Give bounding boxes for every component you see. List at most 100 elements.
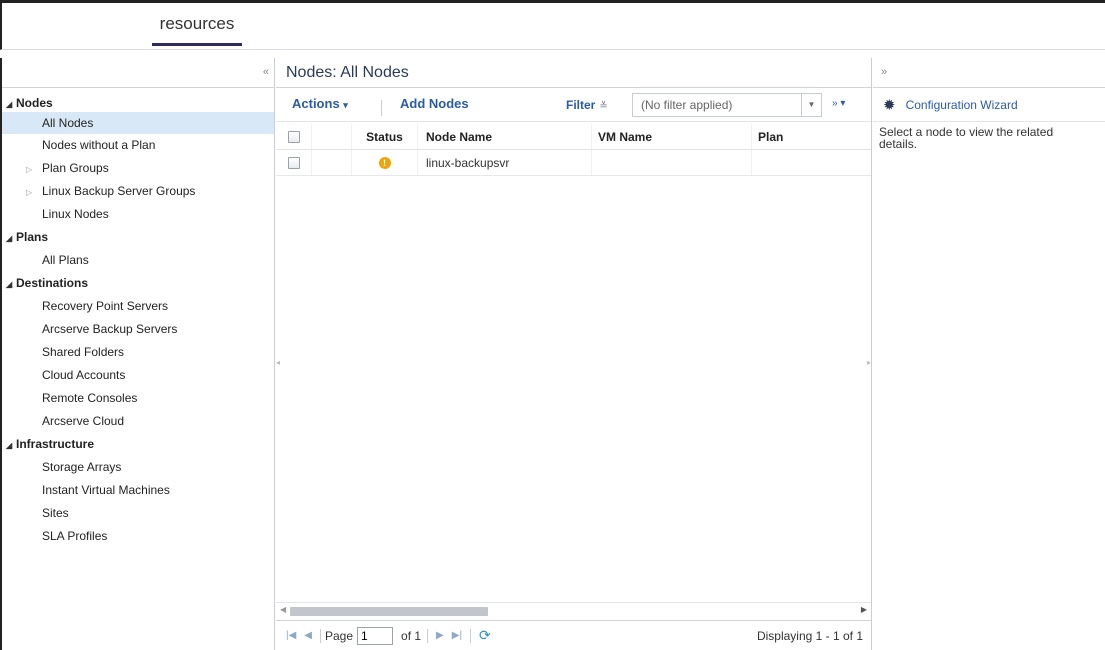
nodes-panel: Nodes: All Nodes Actions ▾ Add Nodes Fil… — [276, 58, 872, 650]
pagination-bar: |◀ ◀ Page of 1 ▶ ▶| ⟳ Displaying 1 - 1 o… — [276, 620, 871, 650]
sidebar-item-remote-consoles[interactable]: Remote Consoles — [2, 387, 274, 410]
more-options-icon[interactable]: » ▾ — [832, 98, 845, 109]
sidebar-item-label: SLA Profiles — [42, 529, 108, 543]
row-checkbox[interactable] — [287, 156, 300, 169]
gear-icon: ✹ — [883, 96, 896, 114]
tree-group-plans[interactable]: ◢ Plans — [2, 226, 274, 249]
column-header-plan[interactable]: Plan — [752, 124, 871, 149]
last-page-icon[interactable]: ▶| — [452, 630, 462, 641]
first-page-icon[interactable]: |◀ — [286, 630, 296, 641]
tree-group-label: Infrastructure — [16, 437, 95, 451]
filter-dropdown-icon[interactable]: ▼ — [802, 93, 822, 117]
sidebar-item-label: Sites — [42, 506, 69, 520]
configuration-wizard-label: Configuration Wizard — [905, 97, 1018, 112]
scroll-left-icon[interactable]: ◀ — [280, 605, 286, 614]
tab-resources[interactable]: resources — [152, 14, 242, 46]
page-count-label: of 1 — [401, 628, 422, 643]
next-page-icon[interactable]: ▶ — [436, 630, 444, 641]
sidebar-item-arcserve-backup-servers[interactable]: Arcserve Backup Servers — [2, 318, 274, 341]
collapsed-triangle-icon[interactable]: ▷ — [26, 158, 42, 181]
scrollbar-thumb[interactable] — [290, 607, 488, 616]
sidebar-item-linux-backup-server-groups[interactable]: ▷ Linux Backup Server Groups — [2, 180, 274, 203]
pager-divider — [320, 628, 321, 643]
pager-divider — [427, 628, 429, 643]
sidebar-header: « — [2, 58, 274, 88]
select-all-checkbox-cell — [276, 124, 312, 149]
scroll-right-icon[interactable]: ▶ — [861, 605, 867, 614]
details-header: » — [873, 58, 1105, 88]
sidebar-item-label: All Nodes — [42, 116, 94, 130]
paging-summary: Displaying 1 - 1 of 1 — [756, 629, 863, 643]
top-nav-bar: resources — [0, 0, 1105, 50]
nodes-grid: Status Node Name VM Name Plan ! linux-ba… — [276, 124, 871, 176]
sidebar-item-recovery-point-servers[interactable]: Recovery Point Servers — [2, 295, 274, 318]
page-number-input[interactable] — [357, 626, 394, 645]
filter-button[interactable]: Filter ≚ — [566, 98, 608, 112]
tree-group-destinations[interactable]: ◢ Destinations — [2, 272, 274, 295]
row-node-name: linux-backupsvr — [418, 150, 592, 175]
add-nodes-button[interactable]: Add Nodes — [400, 96, 469, 111]
row-status-cell: ! — [352, 150, 418, 175]
sidebar-item-label: All Plans — [42, 253, 89, 267]
sidebar-item-label: Plan Groups — [42, 161, 109, 175]
column-header-status[interactable]: Status — [352, 124, 418, 149]
page-title: Nodes: All Nodes — [276, 58, 871, 88]
tree-group-infrastructure[interactable]: ◢ Infrastructure — [2, 433, 274, 456]
tree-group-label: Destinations — [16, 276, 89, 290]
sidebar-item-arcserve-cloud[interactable]: Arcserve Cloud — [2, 410, 274, 433]
pager-divider — [470, 628, 472, 643]
sidebar-item-sla-profiles[interactable]: SLA Profiles — [2, 525, 274, 548]
grid-toolbar: Actions ▾ Add Nodes Filter ≚ (No filter a… — [276, 88, 871, 122]
sidebar-item-linux-nodes[interactable]: Linux Nodes — [2, 203, 274, 226]
collapsed-triangle-icon[interactable]: ▷ — [26, 181, 42, 204]
details-placeholder-text: Select a node to view the related detail… — [879, 125, 1054, 151]
row-spacer — [312, 150, 352, 175]
sidebar-item-all-plans[interactable]: All Plans — [2, 249, 274, 272]
sidebar-item-label: Linux Nodes — [42, 207, 109, 221]
sidebar-item-label: Storage Arrays — [42, 460, 122, 474]
refresh-icon[interactable]: ⟳ — [479, 627, 491, 644]
configuration-wizard-link[interactable]: ✹ Configuration Wizard — [873, 88, 1105, 122]
sidebar-item-sites[interactable]: Sites — [2, 502, 274, 525]
sidebar-item-label: Arcserve Backup Servers — [42, 322, 178, 336]
expanded-triangle-icon: ◢ — [6, 441, 13, 450]
sidebar-item-label: Linux Backup Server Groups — [42, 184, 196, 198]
horizontal-scrollbar[interactable]: ◀ ▶ — [276, 602, 871, 618]
column-header-vm-name[interactable]: VM Name — [592, 124, 752, 149]
expanded-triangle-icon: ◢ — [6, 100, 13, 109]
collapse-right-icon[interactable]: » — [881, 66, 887, 78]
sidebar-item-label: Arcserve Cloud — [42, 414, 125, 428]
row-vm-name — [592, 150, 752, 175]
sidebar-item-shared-folders[interactable]: Shared Folders — [2, 341, 274, 364]
row-checkbox-cell — [276, 150, 312, 175]
sidebar-item-label: Shared Folders — [42, 345, 125, 359]
row-plan — [752, 150, 871, 175]
table-row[interactable]: ! linux-backupsvr — [276, 150, 871, 176]
filter-input[interactable]: (No filter applied) — [632, 93, 802, 117]
navigation-tree: ◢ Nodes All Nodes Nodes without a Plan ▷ Plan… — [2, 88, 274, 548]
chevron-down-icon: ▾ — [343, 100, 348, 110]
details-panel: » ✹ Configuration Wizard Select a node t… — [873, 58, 1105, 650]
actions-button[interactable]: Actions ▾ — [292, 96, 348, 111]
left-splitter-handle[interactable]: ◂ — [276, 358, 280, 367]
sidebar-item-label: Nodes without a Plan — [42, 138, 156, 152]
collapse-left-icon[interactable]: « — [263, 66, 269, 78]
sidebar-item-label: Instant Virtual Machines — [42, 483, 170, 497]
sidebar-item-all-nodes[interactable]: All Nodes — [2, 112, 274, 134]
sidebar-item-storage-arrays[interactable]: Storage Arrays — [2, 456, 274, 479]
sidebar-item-cloud-accounts[interactable]: Cloud Accounts — [2, 364, 274, 387]
sidebar-item-label: Cloud Accounts — [42, 368, 126, 382]
sidebar-item-plan-groups[interactable]: ▷ Plan Groups — [2, 157, 274, 180]
header-spacer — [312, 124, 352, 149]
sidebar-item-label: Recovery Point Servers — [42, 299, 169, 313]
sidebar-item-label: Remote Consoles — [42, 391, 138, 405]
grid-header-row: Status Node Name VM Name Plan — [276, 124, 871, 150]
previous-page-icon[interactable]: ◀ — [304, 630, 312, 641]
sidebar-item-nodes-without-a-plan[interactable]: Nodes without a Plan — [2, 134, 274, 157]
tree-group-label: Nodes — [16, 96, 53, 110]
column-header-node-name[interactable]: Node Name — [418, 124, 592, 149]
select-all-checkbox[interactable] — [287, 130, 300, 143]
double-chevron-down-icon: ≚ — [599, 101, 608, 112]
sidebar-item-instant-virtual-machines[interactable]: Instant Virtual Machines — [2, 479, 274, 502]
right-splitter-handle[interactable]: ▸ — [867, 358, 871, 367]
